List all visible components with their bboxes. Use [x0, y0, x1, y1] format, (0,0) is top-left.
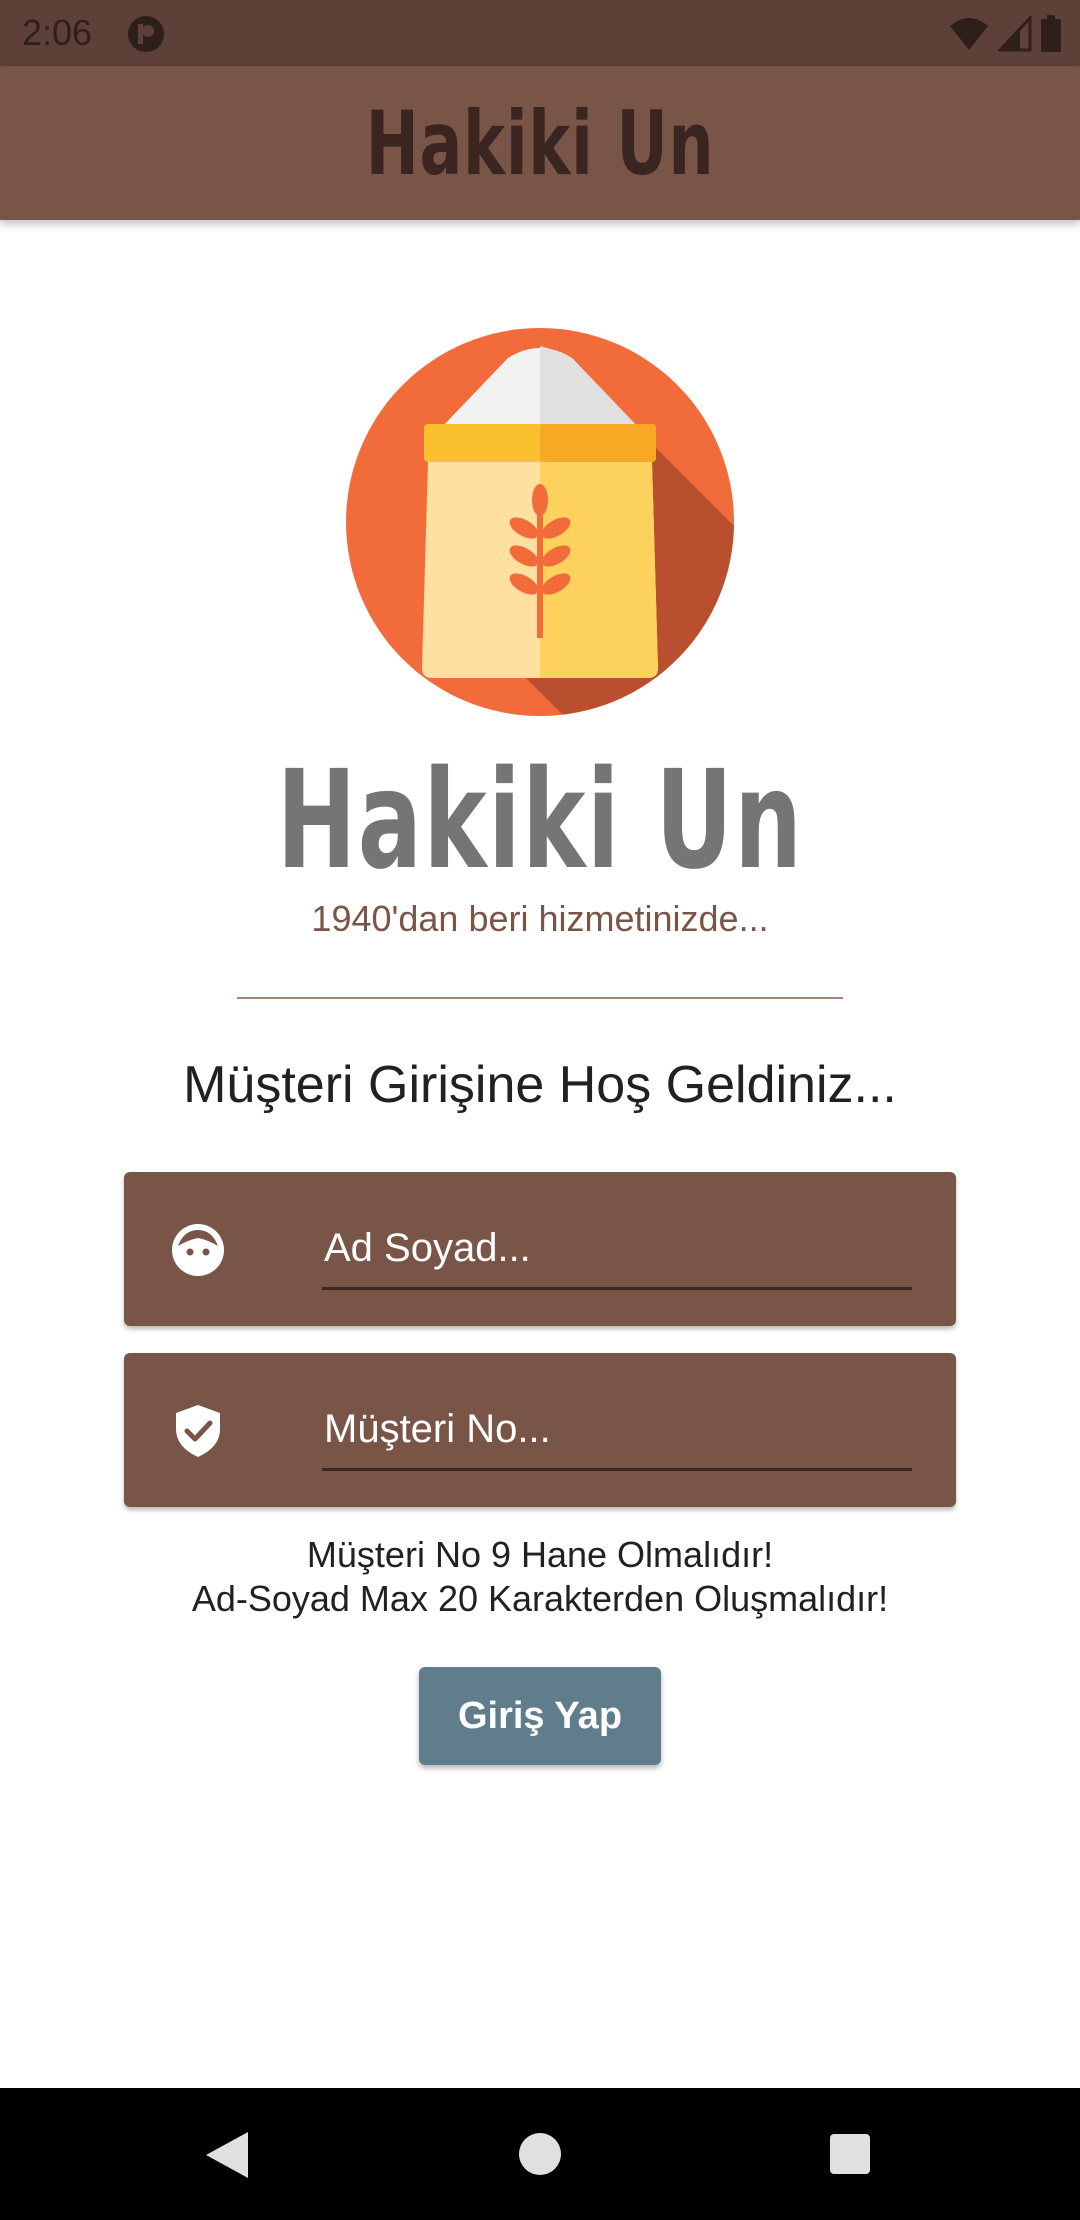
wifi-icon: [950, 18, 988, 50]
divider: [237, 997, 843, 999]
brand-subtitle: 1940'dan beri hizmetinizde...: [311, 898, 769, 939]
recents-icon[interactable]: [829, 2133, 871, 2175]
back-icon[interactable]: [204, 2130, 250, 2180]
customer-no-input[interactable]: [322, 1391, 912, 1471]
login-screen: 2:06 Hakiki Un Hakiki Un 1940'dan beri h…: [0, 0, 1080, 2220]
welcome-heading: Müşteri Girişine Hoş Geldiniz...: [183, 1056, 897, 1114]
app-bar: Hakiki Un: [0, 66, 1080, 220]
customer-no-input-card: [124, 1353, 956, 1507]
status-bar: 2:06: [0, 0, 1080, 66]
cell-signal-icon: [998, 16, 1032, 52]
app-bar-title: Hakiki Un: [365, 91, 715, 195]
brand-title: Hakiki Un: [276, 742, 804, 900]
rule-name-length: Ad-Soyad Max 20 Karakterden Oluşmalıdır!: [191, 1578, 889, 1619]
status-icons: [948, 14, 1062, 54]
validation-rules: Müşteri No 9 Hane Olmalıdır! Ad-Soyad Ma…: [0, 1533, 1080, 1621]
login-button[interactable]: Giriş Yap: [419, 1667, 661, 1765]
status-time: 2:06: [22, 12, 93, 53]
navigation-bar: [0, 2088, 1080, 2220]
face-icon: [172, 1224, 224, 1276]
home-icon[interactable]: [518, 2132, 562, 2176]
flour-sack-icon: [346, 328, 734, 716]
name-input-card: [124, 1172, 956, 1326]
name-input[interactable]: [322, 1210, 912, 1290]
app-notification-icon: [128, 16, 164, 52]
rule-customer-no: Müşteri No 9 Hane Olmalıdır!: [306, 1534, 774, 1575]
battery-icon: [1041, 15, 1061, 52]
verified-shield-icon: [176, 1405, 220, 1457]
